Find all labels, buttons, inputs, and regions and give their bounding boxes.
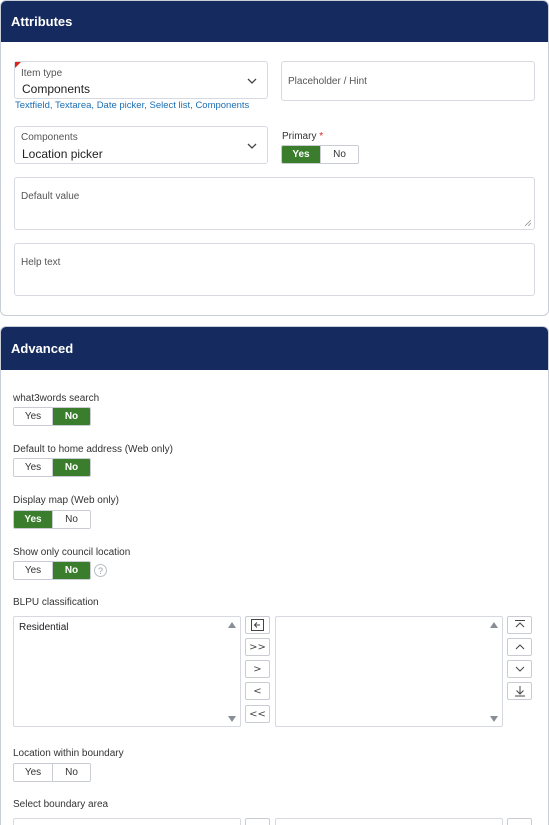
components-select[interactable]: Components Location picker <box>14 126 268 164</box>
location-boundary-label: Location within boundary <box>13 748 124 759</box>
move-selected-back-button[interactable] <box>245 616 270 634</box>
display-map-toggle: Yes No <box>13 510 91 529</box>
boundary-area-label: Select boundary area <box>13 799 109 810</box>
boundary-move-top-button[interactable] <box>507 818 532 825</box>
required-star: * <box>319 131 324 142</box>
scroll-down-icon[interactable] <box>228 716 236 722</box>
boundary-move-back-button[interactable] <box>245 818 270 825</box>
placeholder-hint-input[interactable]: Placeholder / Hint <box>281 61 535 101</box>
chevron-down-icon <box>515 666 524 672</box>
chevron-up-icon <box>515 644 524 650</box>
components-label: Components <box>21 132 78 143</box>
move-left-button[interactable]: < <box>245 682 270 700</box>
move-all-left-button[interactable]: << <box>245 705 270 723</box>
item-type-value: Components <box>22 82 91 96</box>
advanced-header: Advanced <box>1 327 548 370</box>
attributes-panel: Attributes Item type Components Placehol… <box>0 0 549 316</box>
council-location-label: Show only council location <box>13 547 131 558</box>
option-textarea[interactable]: Textarea <box>55 100 91 111</box>
primary-label: Primary * <box>282 131 323 142</box>
scroll-up-icon[interactable] <box>228 622 236 628</box>
primary-toggle: Yes No <box>281 145 359 164</box>
default-home-no-button[interactable]: No <box>52 459 90 476</box>
move-up-button[interactable] <box>507 638 532 656</box>
help-text-input[interactable]: Help text <box>14 243 535 296</box>
move-left-icon <box>251 619 264 631</box>
help-text-label: Help text <box>21 257 61 268</box>
primary-yes-button[interactable]: Yes <box>282 146 320 163</box>
what3words-yes-button[interactable]: Yes <box>14 408 52 425</box>
move-top-icon <box>514 620 525 628</box>
council-location-yes-button[interactable]: Yes <box>14 562 52 579</box>
location-boundary-yes-button[interactable]: Yes <box>14 764 52 781</box>
display-map-yes-button[interactable]: Yes <box>14 511 52 528</box>
council-location-toggle: Yes No <box>13 561 91 580</box>
chevron-down-icon <box>247 78 257 84</box>
blpu-available-list[interactable]: Residential <box>13 616 241 727</box>
option-components[interactable]: Components <box>195 100 249 111</box>
location-boundary-no-button[interactable]: No <box>52 764 90 781</box>
item-type-label: Item type <box>21 68 63 79</box>
scroll-down-icon[interactable] <box>490 716 498 722</box>
chevron-down-icon <box>247 143 257 149</box>
option-textfield[interactable]: Textfield <box>15 100 50 111</box>
move-right-button[interactable]: > <box>245 660 270 678</box>
default-value-label: Default value <box>21 191 80 202</box>
list-item[interactable]: Residential <box>19 622 68 633</box>
attributes-header: Attributes <box>1 1 548 42</box>
scroll-up-icon[interactable] <box>490 622 498 628</box>
option-date-picker[interactable]: Date picker <box>97 100 145 111</box>
move-to-top-button[interactable] <box>507 616 532 634</box>
move-to-bottom-button[interactable] <box>507 682 532 700</box>
boundary-available-list[interactable] <box>13 818 241 825</box>
display-map-label: Display map (Web only) <box>13 495 119 506</box>
placeholder-hint-label: Placeholder / Hint <box>288 76 367 87</box>
primary-label-text: Primary <box>282 131 317 142</box>
what3words-toggle: Yes No <box>13 407 91 426</box>
default-home-toggle: Yes No <box>13 458 91 477</box>
council-location-no-button[interactable]: No <box>52 562 90 579</box>
move-all-right-button[interactable]: >> <box>245 638 270 656</box>
display-map-no-button[interactable]: No <box>52 511 90 528</box>
move-down-button[interactable] <box>507 660 532 678</box>
blpu-label: BLPU classification <box>13 597 99 608</box>
boundary-selected-list[interactable] <box>275 818 503 825</box>
blpu-selected-list[interactable] <box>275 616 503 727</box>
move-bottom-icon <box>514 686 525 697</box>
default-home-yes-button[interactable]: Yes <box>14 459 52 476</box>
location-boundary-toggle: Yes No <box>13 763 91 782</box>
option-select-list[interactable]: Select list <box>150 100 191 111</box>
default-value-textarea[interactable]: Default value <box>14 177 535 230</box>
resize-handle-icon[interactable] <box>525 220 531 226</box>
help-icon[interactable]: ? <box>94 564 107 577</box>
item-type-select[interactable]: Item type Components <box>14 61 268 99</box>
what3words-label: what3words search <box>13 393 100 404</box>
components-value: Location picker <box>22 147 103 161</box>
primary-no-button[interactable]: No <box>320 146 358 163</box>
what3words-no-button[interactable]: No <box>52 408 90 425</box>
item-type-options: Textfield, Textarea, Date picker, Select… <box>15 100 250 111</box>
default-home-label: Default to home address (Web only) <box>13 444 173 455</box>
